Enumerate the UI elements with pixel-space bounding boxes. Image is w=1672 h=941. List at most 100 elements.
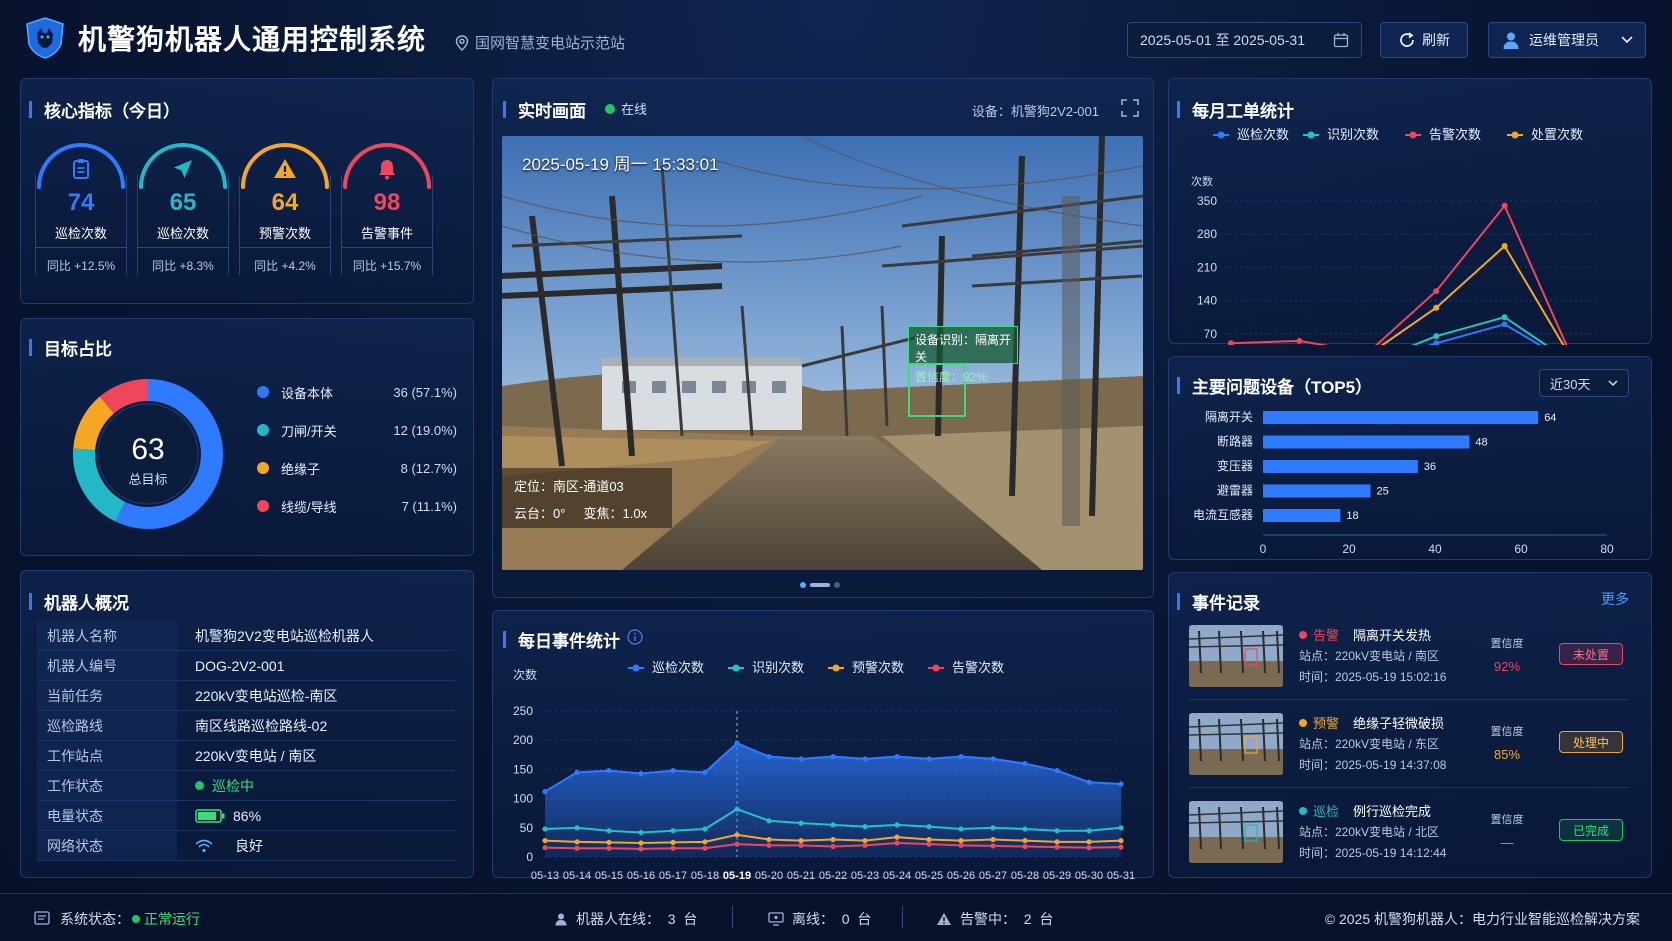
- data-point: [894, 753, 900, 760]
- bar-value-label: 25: [1377, 486, 1389, 498]
- pager-dot[interactable]: [834, 582, 840, 588]
- footer-divider: [902, 906, 903, 928]
- y-tick-label: 200: [513, 733, 533, 747]
- robot-panel-title: 机器人概况: [29, 589, 129, 614]
- data-point: [1086, 839, 1092, 845]
- battery-tip: [222, 813, 225, 818]
- bar: [1263, 411, 1539, 424]
- target-title-text: 目标占比: [44, 340, 112, 359]
- data-point: [798, 838, 804, 844]
- data-point: [1022, 843, 1028, 850]
- target-legend: 设备本体 36 (57.1%) 刀闸/开关 12 (19.0%) 绝缘子 8 (12.7%…: [257, 373, 457, 525]
- events-panel: 事件记录 更多 告警 隔离开关发热 站点：220kV变电站 / 南区 时间：2025-…: [1168, 572, 1652, 878]
- wifi-arc: [198, 843, 210, 848]
- data-point: [830, 843, 836, 850]
- event-item[interactable]: 巡检 例行巡检完成 站点：220kV变电站 / 北区 时间：2025-05-19 14…: [1189, 801, 1629, 881]
- monthly-orders-chart: 次数0701402102803502025-012025-022025-0320…: [1191, 127, 1597, 345]
- events-more-link[interactable]: 更多: [1601, 589, 1629, 609]
- event-thumbnail[interactable]: [1189, 713, 1283, 775]
- robot-info-key: 电量状态: [37, 801, 177, 830]
- pager-dot[interactable]: [800, 582, 806, 588]
- legend-item: 刀闸/开关 12 (19.0%): [257, 411, 457, 449]
- x-tick-label: 20: [1342, 542, 1356, 556]
- event-item[interactable]: 预警 绝缘子轻微破损 站点：220kV变电站 / 东区 时间：2025-05-19 1…: [1189, 713, 1629, 793]
- date-range-text: 2025-05-01 至 2025-05-31: [1140, 32, 1306, 48]
- user-menu[interactable]: 运维管理员: [1488, 22, 1646, 58]
- data-point: [1501, 202, 1508, 209]
- top5-range-select[interactable]: 近30天: [1539, 369, 1629, 397]
- event-status-badge[interactable]: 处理中: [1559, 731, 1623, 753]
- event-divider: [1189, 787, 1629, 788]
- kpi-yoy-change: 同比 +12.5%: [46, 259, 116, 273]
- y-tick-label: 150: [513, 762, 533, 776]
- x-tick-label: 05-22: [819, 870, 847, 879]
- date-range-picker[interactable]: 2025-05-01 至 2025-05-31: [1127, 22, 1362, 58]
- y-tick-label: 100: [513, 792, 533, 806]
- legend-marker: [1307, 131, 1315, 139]
- robot-info-value-text: 巡检中: [212, 777, 254, 794]
- bar-value-label: 64: [1544, 412, 1556, 424]
- kpi-card: 98 告警事件 同比 +15.7%: [341, 135, 433, 275]
- video-title-text: 实时画面: [518, 102, 586, 121]
- y-axis-label: 次数: [1191, 174, 1213, 188]
- daily-panel-title: 每日事件统计: [503, 627, 620, 652]
- x-tick-label: 05-13: [531, 870, 559, 879]
- top5-bar-chart: 0 20 40 60 80 隔离开关 64 断路器 48 变压器 36 避雷器 25 电流互感器 18: [1193, 409, 1614, 556]
- live-video-feed[interactable]: 2025-05-19 周一 15:33:01 设备识别：隔离开关 置信度：92%…: [502, 136, 1143, 570]
- event-header: 巡检 例行巡检完成: [1299, 801, 1431, 820]
- event-thumbnail[interactable]: [1189, 625, 1283, 687]
- kpi-card: 65 巡检次数 同比 +8.3%: [137, 135, 229, 275]
- bar-category-label: 避雷器: [1217, 484, 1253, 498]
- event-title: 例行巡检完成: [1353, 804, 1432, 819]
- data-point: [1054, 828, 1060, 834]
- legend-marker: [932, 664, 940, 672]
- data-point: [638, 829, 644, 836]
- detection-box: 设备识别：隔离开关 置信度：92%: [908, 326, 1018, 384]
- data-point: [862, 824, 868, 830]
- x-tick-label: 05-31: [1107, 870, 1135, 879]
- robot-info-row: 机器人名称 机警狗2V2变电站巡检机器人: [37, 621, 455, 651]
- event-thumbnail-image: [1189, 713, 1283, 775]
- refresh-label: 刷新: [1422, 32, 1450, 48]
- event-thumbnail[interactable]: [1189, 801, 1283, 863]
- robots-alarming-text: 告警中： 2 台: [960, 911, 1054, 927]
- robot-info-row: 机器人编号 DOG-2V2-001: [37, 651, 455, 681]
- data-point: [606, 767, 612, 774]
- robot-info-value: 良好: [177, 836, 263, 856]
- thumb-ground: [1189, 661, 1283, 687]
- wifi-arc: [195, 839, 213, 845]
- kpi-divider: [239, 247, 331, 248]
- robots-alarming: 告警中： 2 台: [936, 909, 1053, 929]
- donut-slice: [99, 379, 149, 414]
- data-point: [702, 826, 708, 832]
- data-point: [926, 836, 932, 843]
- donut-total-label: 总目标: [128, 472, 168, 487]
- data-point: [574, 825, 580, 831]
- event-status-badge[interactable]: 已完成: [1559, 819, 1623, 841]
- event-status-badge[interactable]: 未处置: [1559, 643, 1623, 665]
- robot-position: 定位：南区-通道03: [514, 479, 624, 494]
- data-point: [1054, 844, 1060, 850]
- refresh-button[interactable]: 刷新: [1380, 22, 1468, 58]
- data-point: [862, 842, 868, 848]
- events-panel-title: 事件记录: [1177, 589, 1260, 614]
- kpi-yoy-change: 同比 +15.7%: [352, 259, 422, 273]
- app-title: 机警狗机器人通用控制系统: [78, 24, 427, 55]
- kpi-yoy-change: 同比 +8.3%: [152, 259, 214, 273]
- kpi-value: 65: [169, 189, 197, 216]
- thumb-ground: [1189, 837, 1283, 863]
- robot-info-value-text: 220kV变电站 / 南区: [195, 747, 317, 764]
- data-point: [1118, 781, 1124, 787]
- calendar-icon: [1333, 33, 1349, 48]
- monthly-panel: 每月工单统计 次数0701402102803502025-012025-0220…: [1168, 78, 1652, 345]
- info-icon[interactable]: [627, 629, 643, 645]
- event-time: 时间：2025-05-19 14:37:08: [1299, 758, 1447, 772]
- event-confidence-label: 置信度: [1490, 814, 1524, 826]
- video-pager[interactable]: [800, 582, 840, 588]
- x-tick-label: 05-14: [563, 870, 591, 879]
- event-item[interactable]: 告警 隔离开关发热 站点：220kV变电站 / 南区 时间：2025-05-19 15…: [1189, 625, 1629, 705]
- pager-dot-active[interactable]: [810, 583, 830, 587]
- kpi-title-text: 核心指标（今日）: [44, 102, 180, 121]
- fullscreen-icon[interactable]: [1121, 99, 1139, 117]
- clipboard-icon: [73, 159, 89, 179]
